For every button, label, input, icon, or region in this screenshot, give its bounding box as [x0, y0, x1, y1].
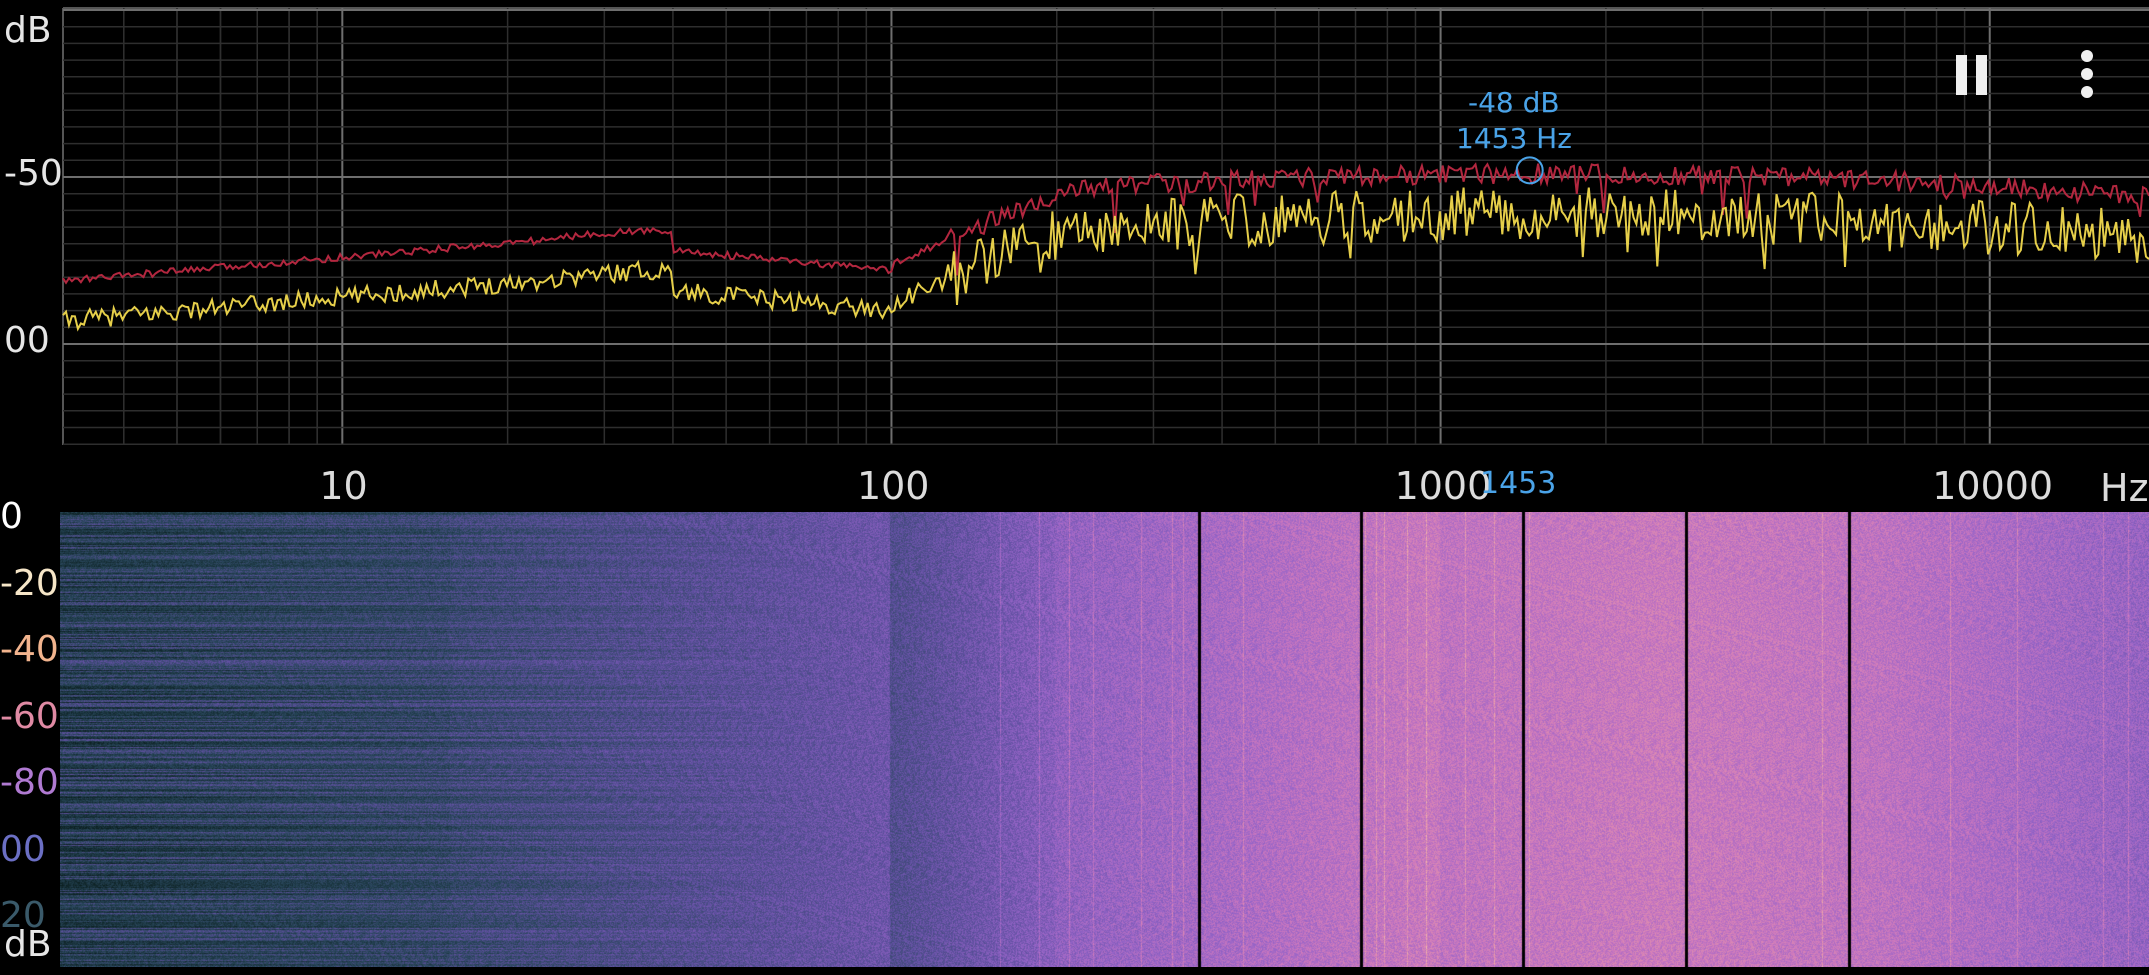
spectrum-plot[interactable]	[0, 0, 2149, 470]
spectrum-x-tick-label: 1000	[1394, 464, 1492, 508]
spectrogram-y-tick-label: 00	[0, 828, 46, 870]
cursor-db-readout: -48 dB	[1468, 86, 1560, 119]
spectrum-x-unit: Hz	[2100, 466, 2149, 510]
spectrogram-y-tick-label: -60	[0, 695, 59, 737]
spectrum-y-unit: dB	[4, 10, 52, 51]
cursor-x-marker: 1453	[1480, 466, 1557, 501]
spectrogram-y-tick-label: -40	[0, 629, 59, 670]
spectrogram-y-tick-label: -80	[0, 762, 59, 803]
spectrum-traces	[62, 162, 2149, 332]
more-vert-icon	[2081, 50, 2093, 98]
spectrogram-y-tick-label: 0	[0, 496, 23, 537]
more-options-button[interactable]	[2072, 48, 2102, 104]
spectrum-y-tick-label: -50	[4, 153, 63, 194]
spectrum-x-tick-label: 10	[319, 464, 368, 508]
spectrogram-y-tick-label: -20	[0, 562, 59, 604]
spectrum-x-tick-label: 100	[856, 464, 930, 508]
pause-icon	[1956, 55, 1987, 95]
analyzer-screen: dB -50 00 -48 dB 1453 Hz 10 100 1000 10000 H…	[0, 0, 2149, 975]
spectrogram-y-unit: dB	[4, 924, 52, 965]
spectrum-x-tick-label: 10000	[1932, 464, 2054, 508]
pause-button[interactable]	[1950, 50, 1996, 100]
cursor-hz-readout: 1453 Hz	[1456, 122, 1572, 155]
spectrogram-view[interactable]	[60, 512, 2149, 967]
spectrum-y-tick-label: 00	[4, 320, 50, 361]
